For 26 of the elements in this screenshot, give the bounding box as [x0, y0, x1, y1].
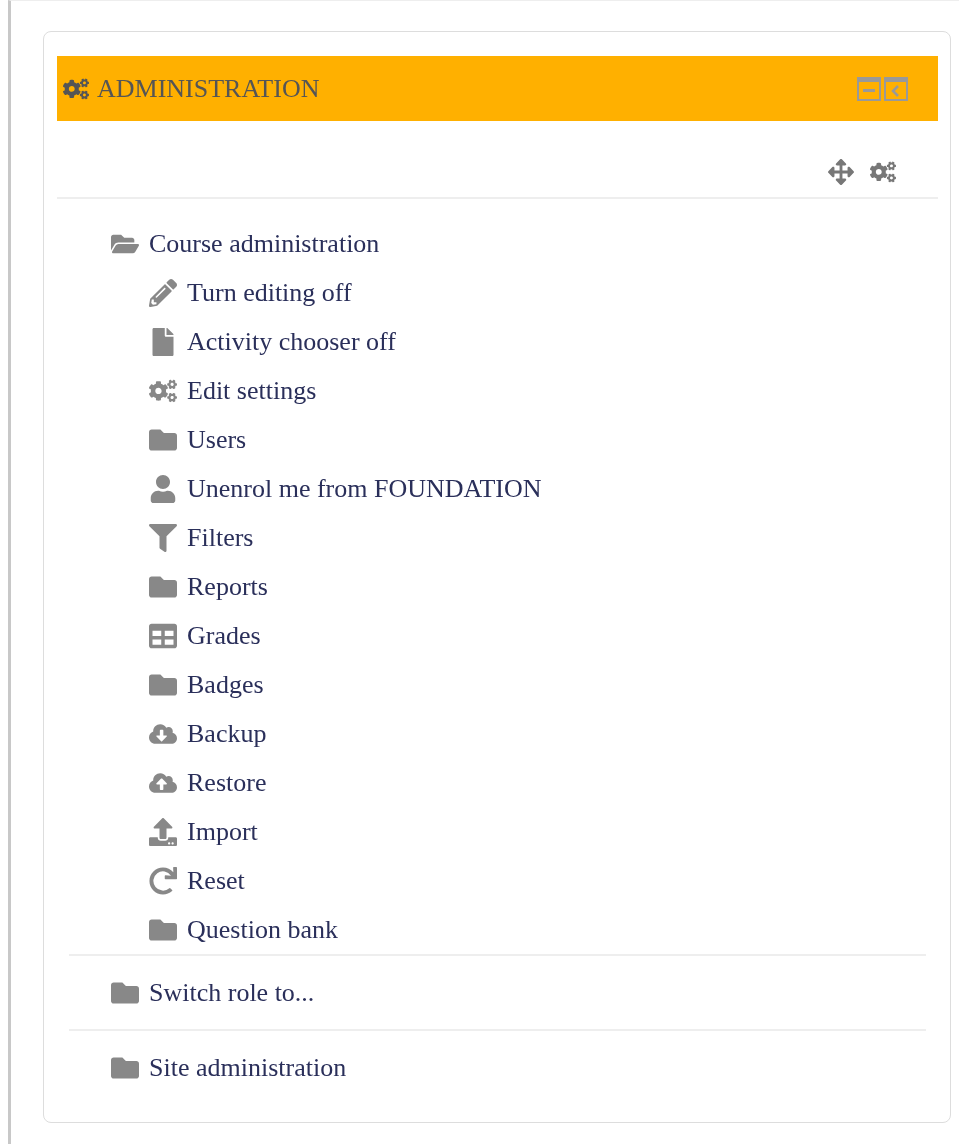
move-icon[interactable]	[828, 159, 854, 185]
menu-link[interactable]: Course administration	[149, 228, 380, 259]
filter-icon	[149, 523, 177, 552]
menu-link[interactable]: Activity chooser off	[187, 326, 396, 357]
menu-link[interactable]: Reports	[187, 571, 268, 602]
menu-link[interactable]: Badges	[187, 669, 264, 700]
settings-icon[interactable]	[870, 159, 896, 185]
reset-icon	[149, 866, 177, 895]
menu-link[interactable]: Restore	[187, 767, 267, 798]
pencil-icon	[149, 278, 177, 307]
menu-link[interactable]: Reset	[187, 865, 245, 896]
menu-link[interactable]: Users	[187, 424, 247, 455]
menu-link[interactable]: Question bank	[187, 914, 338, 945]
upload-icon	[149, 817, 177, 846]
menu-link[interactable]: Filters	[187, 522, 254, 553]
menu-link[interactable]: Edit settings	[187, 375, 317, 406]
menu-link[interactable]: Switch role to...	[149, 977, 315, 1008]
block-title: ADMINISTRATION	[97, 73, 321, 104]
menu-link[interactable]: Backup	[187, 718, 267, 749]
menu-link[interactable]: Unenrol me from FOUNDATION	[187, 473, 542, 504]
user-icon	[149, 474, 177, 503]
menu-link[interactable]: Turn editing off	[187, 277, 352, 308]
table-icon	[149, 621, 177, 650]
menu-link[interactable]: Grades	[187, 620, 261, 651]
menu-link[interactable]: Site administration	[149, 1052, 347, 1083]
menu-link[interactable]: Import	[187, 816, 258, 847]
